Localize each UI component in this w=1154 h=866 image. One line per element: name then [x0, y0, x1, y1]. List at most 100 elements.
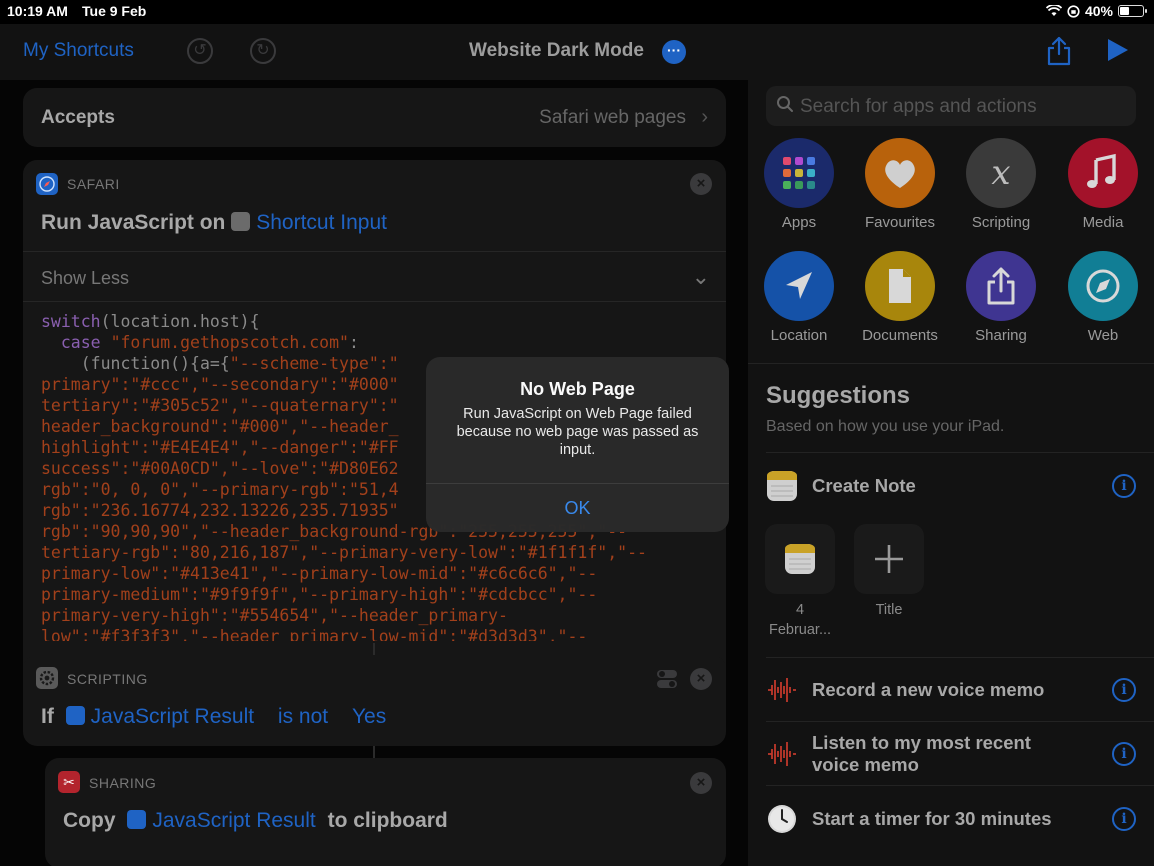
remove-action-button[interactable]: ×	[690, 772, 712, 794]
safari-icon	[65, 706, 85, 725]
share-icon[interactable]	[1045, 36, 1073, 66]
shortcut-input-label: Shortcut Input	[256, 211, 387, 234]
divider	[23, 301, 726, 302]
divider	[766, 785, 1154, 786]
search-field[interactable]: Search for apps and actions	[766, 86, 1136, 126]
copy-action-title: Copy JavaScript Result to clipboard	[63, 809, 448, 833]
apps-grid-icon	[764, 138, 834, 208]
my-shortcuts-button[interactable]: My Shortcuts	[23, 40, 134, 62]
category-label: Media	[1082, 214, 1124, 231]
status-bar: 10:19 AM Tue 9 Feb 40%	[0, 0, 1154, 24]
category-label: Web	[1087, 327, 1119, 344]
action-title-prefix: Run JavaScript on	[41, 211, 226, 234]
category-favourites[interactable]: Favourites	[850, 138, 950, 231]
accepts-value: Safari web pages	[539, 107, 686, 128]
undo-button[interactable]: ↺	[187, 38, 213, 64]
note-tile-line2: Februar...	[768, 622, 832, 638]
javascript-result-token[interactable]: JavaScript Result	[65, 705, 254, 728]
safari-icon	[127, 810, 147, 829]
if-label: If	[41, 705, 54, 728]
accepts-label: Accepts	[41, 107, 115, 128]
plus-icon	[875, 545, 903, 573]
note-tile-label: 4 Februar...	[755, 600, 845, 640]
code-line: case "forum.gethopscotch.com":	[60, 333, 359, 352]
shortcut-input-icon	[231, 212, 251, 231]
info-icon[interactable]: i	[1112, 742, 1136, 766]
heart-icon	[865, 138, 935, 208]
remove-action-button[interactable]: ×	[690, 668, 712, 690]
more-options-button[interactable]: ···	[662, 40, 686, 64]
voice-memo-icon	[768, 678, 796, 702]
divider	[766, 657, 1154, 658]
ellipsis-icon: ···	[667, 42, 681, 58]
remove-action-button[interactable]: ×	[690, 173, 712, 195]
redo-icon: ↻	[256, 42, 270, 59]
code-line: primary-very-high":"#554654","--header_p…	[41, 606, 508, 625]
title-tile[interactable]	[854, 524, 924, 594]
condition-operator[interactable]: is not	[278, 705, 328, 728]
suggestions-subtitle: Based on how you use your iPad.	[766, 418, 1005, 435]
suggestions-title: Suggestions	[766, 382, 911, 409]
undo-icon: ↺	[193, 42, 207, 59]
code-line: switch(location.host){	[41, 312, 260, 331]
divider	[748, 363, 1154, 364]
error-alert: No Web Page Run JavaScript on Web Page f…	[426, 357, 729, 532]
status-time: 10:19 AM	[7, 3, 68, 19]
action-category: SAFARI	[67, 176, 120, 192]
editor-nav-bar: My Shortcuts ↺ ↻ Website Dark Mode ···	[0, 24, 748, 80]
category-label: Apps	[781, 214, 817, 231]
if-condition: If JavaScript Result is not Yes	[41, 705, 386, 729]
category-apps[interactable]: Apps	[749, 138, 849, 231]
run-shortcut-button[interactable]	[1108, 39, 1128, 61]
if-action: SCRIPTING × If JavaScript Result is not …	[23, 655, 726, 746]
note-tile[interactable]	[765, 524, 835, 594]
suggestion-label: Start a timer for 30 minutes	[812, 808, 1052, 829]
category-label: Documents	[862, 327, 938, 344]
accepts-row[interactable]: Accepts Safari web pages ›	[23, 88, 726, 147]
category-label: Favourites	[864, 214, 936, 231]
category-web[interactable]: Web	[1053, 251, 1153, 344]
info-icon[interactable]: i	[1112, 807, 1136, 831]
divider	[766, 721, 1154, 722]
javascript-result-token[interactable]: JavaScript Result	[127, 809, 316, 832]
copy-suffix: to clipboard	[327, 809, 448, 832]
category-media[interactable]: Media	[1053, 138, 1153, 231]
category-label: Sharing	[975, 327, 1027, 344]
shortcut-input-token[interactable]: Shortcut Input	[231, 211, 387, 234]
compass-icon	[1068, 251, 1138, 321]
location-arrow-icon	[764, 251, 834, 321]
flow-connector	[373, 746, 375, 758]
create-note-label: Create Note	[812, 475, 916, 496]
gear-icon	[36, 667, 58, 689]
wifi-icon	[1045, 5, 1062, 16]
chevron-right-icon: ›	[701, 106, 708, 128]
svg-text:x: x	[991, 153, 1010, 193]
category-sharing[interactable]: Sharing	[951, 251, 1051, 344]
category-label: Location	[770, 327, 828, 344]
safari-icon	[36, 173, 58, 195]
toggle-icon[interactable]	[656, 668, 678, 690]
orientation-lock-icon	[1067, 4, 1080, 18]
info-icon[interactable]: i	[1112, 474, 1136, 498]
battery-percent: 40%	[1084, 3, 1113, 19]
suggestion-label: Record a new voice memo	[812, 679, 1045, 700]
show-less-button[interactable]: Show Less	[41, 268, 129, 289]
search-placeholder: Search for apps and actions	[800, 96, 1037, 117]
redo-button[interactable]: ↻	[250, 38, 276, 64]
notes-icon	[767, 471, 797, 501]
music-note-icon	[1068, 138, 1138, 208]
alert-ok-button[interactable]: OK	[426, 484, 729, 532]
scissors-icon: ✂	[58, 771, 80, 793]
category-location[interactable]: Location	[749, 251, 849, 344]
condition-value[interactable]: Yes	[352, 705, 386, 728]
info-icon[interactable]: i	[1112, 678, 1136, 702]
flow-connector	[373, 643, 375, 655]
chevron-down-icon[interactable]: ⌄	[692, 264, 710, 290]
shortcut-title[interactable]: Website Dark Mode	[469, 40, 644, 62]
voice-memo-icon	[768, 742, 796, 766]
category-scripting[interactable]: x Scripting	[951, 138, 1051, 231]
category-documents[interactable]: Documents	[850, 251, 950, 344]
action-category: SHARING	[89, 775, 157, 791]
copy-to-clipboard-action: ✂ SHARING × Copy JavaScript Result to cl…	[45, 758, 726, 866]
code-line: primary-low":"#413e41","--primary-low-mi…	[41, 564, 598, 583]
